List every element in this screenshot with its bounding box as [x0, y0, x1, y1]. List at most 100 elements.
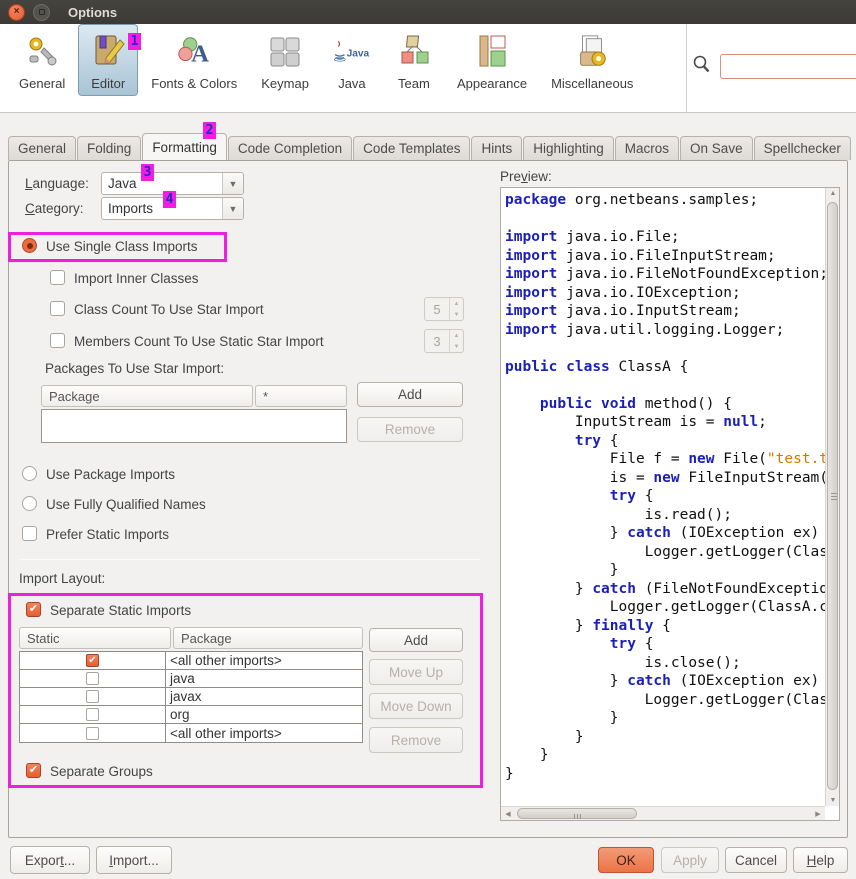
preview-label: Preview:: [500, 169, 552, 184]
static-checkbox[interactable]: [86, 708, 99, 721]
static-checkbox[interactable]: [86, 690, 99, 703]
prefer-static-imports-checkbox[interactable]: [22, 526, 37, 541]
use-fully-qualified-radio[interactable]: [22, 496, 37, 511]
toolbar-item-keymap[interactable]: Keymap: [250, 24, 320, 96]
package-cell[interactable]: org: [166, 707, 362, 722]
toolbar-item-java[interactable]: JavaJava: [322, 24, 382, 96]
tab-code-completion[interactable]: Code Completion: [228, 136, 352, 160]
packages-remove-button[interactable]: Remove: [357, 417, 463, 442]
package-cell[interactable]: <all other imports>: [166, 726, 362, 741]
use-package-imports-radio[interactable]: [22, 466, 37, 481]
code-line: } catch (FileNotFoundException ex) {: [505, 580, 825, 599]
toolbar-item-miscellaneous[interactable]: Miscellaneous: [540, 24, 644, 96]
tab-spellchecker[interactable]: Spellchecker: [754, 136, 851, 160]
cancel-button[interactable]: Cancel: [725, 847, 787, 873]
separate-groups-checkbox[interactable]: ✔: [26, 763, 41, 778]
code-line: InputStream is = null;: [505, 413, 825, 432]
vertical-scrollbar[interactable]: ▲ ▼: [825, 188, 839, 806]
close-button[interactable]: ×: [8, 4, 25, 21]
class-count-spinner[interactable]: 5 ▲▼: [424, 297, 464, 321]
tab-hints[interactable]: Hints: [471, 136, 522, 160]
tab-code-templates[interactable]: Code Templates: [353, 136, 470, 160]
star-column-header[interactable]: *: [255, 385, 347, 407]
scroll-up-icon[interactable]: ▲: [826, 190, 840, 197]
static-checkbox[interactable]: [86, 727, 99, 740]
use-single-class-imports-radio[interactable]: [22, 238, 37, 253]
category-label: Category:: [25, 201, 84, 216]
tab-macros[interactable]: Macros: [615, 136, 679, 160]
code-line: } catch (IOException ex) {: [505, 524, 825, 543]
export-button[interactable]: Export...: [10, 846, 90, 874]
tab-on-save[interactable]: On Save: [680, 136, 753, 160]
horizontal-scrollbar[interactable]: ◀ ▶: [501, 806, 825, 820]
chevron-down-icon: ▼: [222, 173, 243, 194]
members-count-checkbox[interactable]: [50, 333, 65, 348]
ok-button[interactable]: OK: [598, 847, 654, 873]
spinner-down-icon[interactable]: ▼: [450, 341, 463, 352]
spinner-up-icon[interactable]: ▲: [450, 298, 463, 309]
toolbar-item-label: Java: [338, 76, 365, 91]
tab-general[interactable]: General: [8, 136, 76, 160]
toolbar-separator: [686, 24, 687, 112]
code-line: is.read();: [505, 506, 825, 525]
members-count-spinner[interactable]: 3 ▲▼: [424, 329, 464, 353]
code-line: try {: [505, 635, 825, 654]
table-row[interactable]: javax: [20, 688, 362, 706]
titlebar: × Options: [0, 0, 856, 24]
package-cell[interactable]: java: [166, 671, 362, 686]
import-layout-label: Import Layout:: [19, 571, 105, 586]
search-input[interactable]: [720, 54, 856, 79]
import-button[interactable]: Import...: [96, 846, 172, 874]
code-line: Logger.getLogger(ClassA.class.getName())…: [505, 691, 825, 710]
package-cell[interactable]: javax: [166, 689, 362, 704]
package-column-header[interactable]: Package: [41, 385, 253, 407]
scroll-left-icon[interactable]: ◀: [501, 810, 515, 818]
tab-folding[interactable]: Folding: [77, 136, 141, 160]
class-count-checkbox[interactable]: [50, 301, 65, 316]
appearance-icon: [473, 32, 511, 72]
maximize-button[interactable]: [33, 4, 50, 21]
editor-icon: [89, 32, 127, 72]
spinner-up-icon[interactable]: ▲: [450, 330, 463, 341]
help-button[interactable]: Help: [793, 847, 848, 873]
toolbar-item-appearance[interactable]: Appearance: [446, 24, 538, 96]
move-up-button[interactable]: Move Up: [369, 659, 463, 685]
static-checkbox[interactable]: [86, 672, 99, 685]
apply-button[interactable]: Apply: [661, 847, 719, 873]
layout-add-button[interactable]: Add: [369, 628, 463, 652]
chevron-down-icon: ▼: [222, 198, 243, 219]
scroll-down-icon[interactable]: ▼: [826, 797, 840, 804]
separate-static-imports-checkbox[interactable]: ✔: [26, 602, 41, 617]
packages-add-button[interactable]: Add: [357, 382, 463, 407]
table-row[interactable]: org: [20, 706, 362, 724]
toolbar-item-general[interactable]: General: [8, 24, 76, 96]
code-line: try {: [505, 487, 825, 506]
code-line: }: [505, 765, 825, 784]
import-inner-classes-checkbox[interactable]: [50, 270, 65, 285]
move-down-button[interactable]: Move Down: [369, 693, 463, 719]
fonts-colors-icon: A: [175, 32, 213, 72]
table-row[interactable]: <all other imports>: [20, 724, 362, 742]
scroll-right-icon[interactable]: ▶: [811, 810, 825, 818]
table-row[interactable]: ✔ <all other imports>: [20, 652, 362, 670]
package-column-header[interactable]: Package: [173, 627, 363, 649]
toolbar-item-fonts-colors[interactable]: AFonts & Colors: [140, 24, 248, 96]
packages-star-table[interactable]: [41, 409, 347, 443]
annotation-badge-3: 3: [141, 164, 154, 181]
toolbar-item-label: Team: [398, 76, 430, 91]
horizontal-scroll-thumb[interactable]: [517, 808, 637, 819]
spinner-down-icon[interactable]: ▼: [450, 309, 463, 320]
code-line: public class ClassA {: [505, 358, 825, 377]
tab-highlighting[interactable]: Highlighting: [523, 136, 614, 160]
toolbar-item-team[interactable]: Team: [384, 24, 444, 96]
vertical-scroll-thumb[interactable]: [827, 202, 838, 790]
code-line: [505, 376, 825, 395]
code-line: } catch (IOException ex) {: [505, 672, 825, 691]
code-line: try {: [505, 432, 825, 451]
window-title: Options: [68, 5, 117, 20]
layout-remove-button[interactable]: Remove: [369, 727, 463, 753]
static-column-header[interactable]: Static: [19, 627, 171, 649]
static-checkbox[interactable]: ✔: [86, 654, 99, 667]
package-cell[interactable]: <all other imports>: [166, 653, 362, 668]
table-row[interactable]: java: [20, 670, 362, 688]
